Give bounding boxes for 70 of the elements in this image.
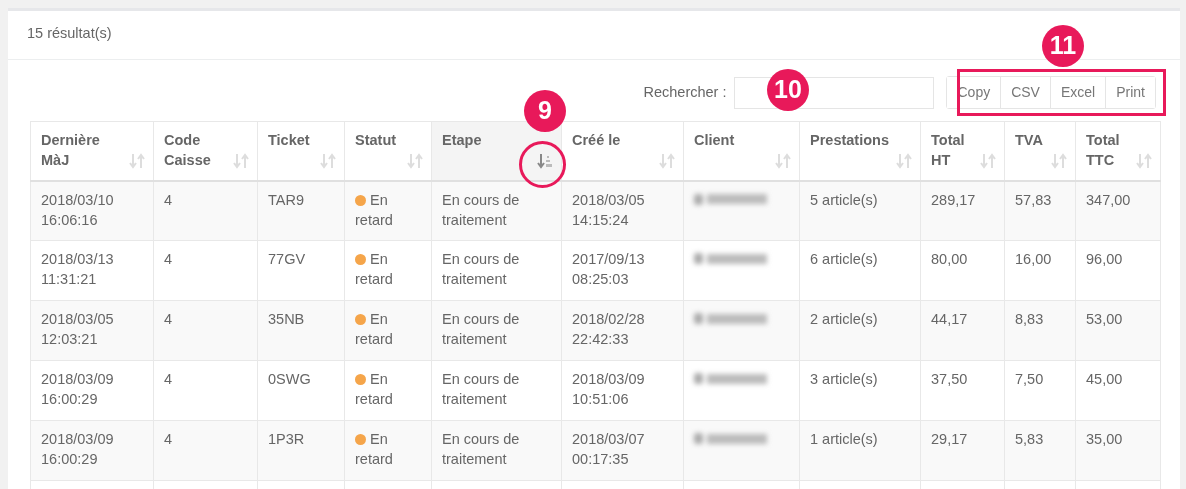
sort-icon[interactable]: [775, 152, 791, 169]
table-cell: 4: [164, 251, 173, 267]
table-cell: 8,83: [1015, 311, 1044, 327]
table-cell: 77GV: [268, 251, 306, 267]
table-cell: 1P3R: [268, 431, 305, 447]
sort-icon[interactable]: [980, 152, 996, 169]
table-cell: 2018/03/09 10:51:06: [572, 371, 645, 407]
table-cell: En cours de traitement: [442, 251, 520, 287]
table-cell: 2018/03/05 14:15:24: [572, 191, 645, 228]
table-cell: En cours de traitement: [442, 191, 520, 228]
table-cell: 4: [164, 371, 173, 387]
table-cell: 7,50: [1015, 371, 1044, 387]
table-cell: 2017/09/13 08:25:03: [572, 251, 645, 287]
sort-icon[interactable]: [407, 152, 423, 169]
sort-icon[interactable]: [1136, 152, 1152, 169]
sort-icon[interactable]: [129, 152, 145, 169]
sort-icon[interactable]: [659, 152, 675, 169]
table-cell: 96,00: [1086, 251, 1123, 267]
table-cell: 0SWG: [268, 371, 311, 387]
table-cell: 2 article(s): [810, 311, 878, 327]
status-text: En retard: [355, 371, 393, 407]
table-cell: 347,00: [1086, 191, 1131, 208]
highlight-circle: [519, 141, 566, 188]
table-cell: 53,00: [1086, 311, 1123, 327]
table-cell: 45,00: [1086, 371, 1123, 387]
table-cell: En cours de traitement: [442, 311, 520, 347]
column-header[interactable]: Statut: [355, 130, 397, 150]
table-cell: 3 article(s): [810, 371, 878, 387]
table-cell: 35NB: [268, 311, 305, 327]
status-text: En retard: [355, 311, 393, 347]
table-cell: 2018/03/05 12:03:21: [41, 311, 114, 347]
sort-descending-icon[interactable]: [537, 152, 553, 169]
table-cell: 57,83: [1015, 191, 1052, 208]
status-text: En retard: [355, 431, 393, 467]
column-header[interactable]: Etape: [442, 130, 482, 150]
table-cell: 80,00: [931, 251, 968, 267]
table-cell: 4: [164, 191, 173, 208]
table-cell: 289,17: [931, 191, 976, 208]
table-cell: 6 article(s): [810, 251, 878, 267]
table-cell: En cours de traitement: [442, 371, 520, 407]
sort-icon[interactable]: [233, 152, 249, 169]
sort-icon[interactable]: [1051, 152, 1067, 169]
table-cell: 35,00: [1086, 431, 1123, 447]
sort-icon[interactable]: [320, 152, 336, 169]
search-label: Rechercher :: [643, 82, 727, 102]
column-header[interactable]: Client: [694, 130, 735, 150]
table-cell: 2018/02/28 22:42:33: [572, 311, 645, 347]
table-cell: 37,50: [931, 371, 968, 387]
column-header[interactable]: TVA: [1015, 130, 1043, 150]
results-count: 15 résultat(s): [27, 25, 112, 41]
table-cell: 2018/03/13 11:31:21: [41, 251, 114, 287]
table-cell: 2018/03/09 16:00:29: [41, 371, 114, 407]
status-text: En retard: [355, 251, 393, 287]
column-header[interactable]: Créé le: [572, 130, 621, 150]
table-cell: TAR9: [268, 191, 304, 208]
table-cell: 2018/03/10 16:06:16: [41, 191, 114, 228]
table-cell: 4: [164, 431, 173, 447]
table-cell: 44,17: [931, 311, 968, 327]
column-header[interactable]: Ticket: [268, 130, 310, 150]
status-text: En retard: [355, 191, 393, 228]
table-cell: 29,17: [931, 431, 968, 447]
table-cell: 5,83: [1015, 431, 1044, 447]
table-cell: 5 article(s): [810, 191, 878, 208]
table-cell: 1 article(s): [810, 431, 878, 447]
table-cell: 2018/03/09 16:00:29: [41, 431, 114, 467]
table-cell: 16,00: [1015, 251, 1052, 267]
table-cell: En cours de traitement: [442, 431, 520, 467]
sort-icon[interactable]: [896, 152, 912, 169]
table-cell: 4: [164, 311, 173, 327]
table-cell: 2018/03/07 00:17:35: [572, 431, 645, 467]
